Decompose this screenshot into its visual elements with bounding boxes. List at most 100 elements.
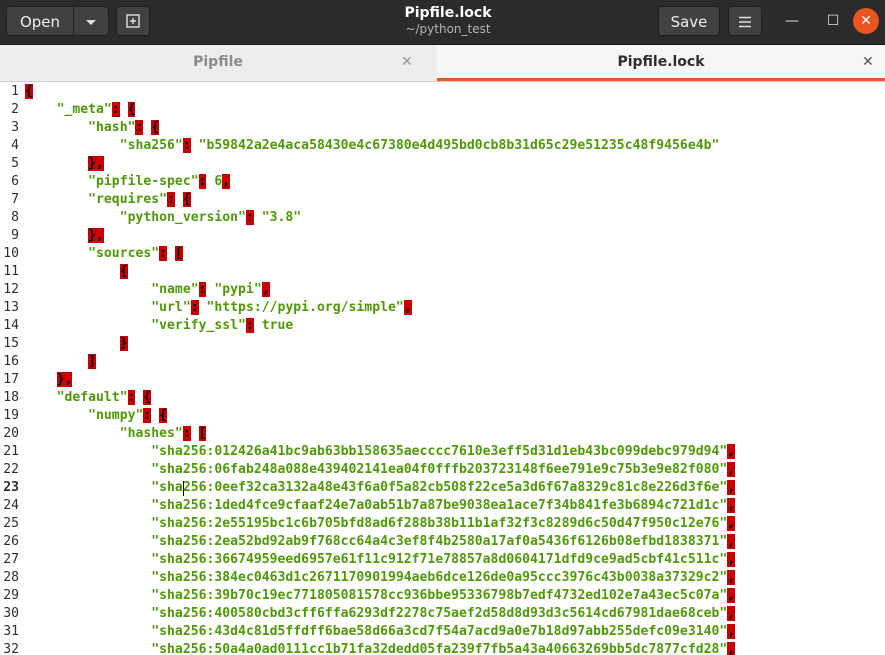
line-text: { [119,264,128,279]
line-text: } [119,336,128,351]
line-text: "sha256:43d4c81d5ffdff6bae58d66a3cd7f54a… [151,624,736,639]
line-text: "sha256:1ded4fce9cfaaf24e7a0ab51b7a87be9… [151,498,736,513]
line-text: }, [56,372,73,387]
line-number: 9 [11,228,19,243]
new-tab-button[interactable] [116,6,150,36]
code-line: 8 "python_version": "3.8" [0,209,885,227]
code-line: 1{ [0,83,885,101]
line-text: "sha256:0eef32ca3132a48e43f6a0f5a82cb508… [151,480,736,495]
tab-pipfile[interactable]: Pipfile ✕ [0,45,436,81]
line-number: 1 [11,84,19,99]
code-line: 29 "sha256:39b70c19ec771805081578cc936bb… [0,587,885,605]
tab-close-icon[interactable]: ✕ [401,54,413,70]
code-line: 19 "numpy": { [0,407,885,425]
code-line: 17 }, [0,371,885,389]
code-line: 9 }, [0,227,885,245]
line-text: }, [88,156,104,171]
code-line: 3 "hash": { [0,119,885,137]
line-number: 10 [3,246,19,261]
window-title: Pipfile.lock ~/python_test [300,5,596,37]
main-menu-button[interactable] [728,6,762,36]
line-number: 19 [3,408,19,423]
code-line: 13 "url": "https://pypi.org/simple", [0,299,885,317]
line-number: 18 [3,390,19,405]
line-text: ] [88,354,97,369]
line-number: 17 [3,372,19,387]
line-number: 30 [3,606,19,621]
document-path: ~/python_test [405,22,491,36]
line-text: "sha256": "b59842a2e4aca58430e4c67380e4d… [119,138,720,153]
line-text: "pipfile-spec": 6, [88,174,231,189]
line-number: 16 [3,354,19,369]
line-text: "sha256:06fab248a088e439402141ea04f0fffb… [151,462,736,477]
line-text: "_meta": { [56,102,136,117]
code-line: 12 "name": "pypi", [0,281,885,299]
code-line: 24 "sha256:1ded4fce9cfaaf24e7a0ab51b7a87… [0,497,885,515]
tab-pipfile-lock[interactable]: Pipfile.lock ✕ [437,45,885,81]
code-line: 6 "pipfile-spec": 6, [0,173,885,191]
line-text: "sha256:39b70c19ec771805081578cc936bbe95… [151,588,736,603]
line-text: "sha256:384ec0463d1c2671170901994aeb6dce… [151,570,736,585]
line-number: 21 [3,444,19,459]
line-text: "sha256:50a4a0ad0111cc1b71fa32dedd05fa23… [151,642,736,655]
code-line: 14 "verify_ssl": true [0,317,885,335]
line-text: "python_version": "3.8" [119,210,302,225]
code-line: 30 "sha256:400580cbd3cff6ffa6293df2278c7… [0,605,885,623]
line-text: "hash": { [88,120,160,135]
line-number: 5 [11,156,19,171]
line-number: 3 [11,120,19,135]
save-button[interactable]: Save [658,6,720,36]
code-line: 32 "sha256:50a4a0ad0111cc1b71fa32dedd05f… [0,641,885,655]
line-text: "requires": { [88,192,191,207]
line-number: 31 [3,624,19,639]
code-line: 20 "hashes": [ [0,425,885,443]
line-number: 6 [11,174,19,189]
line-number: 29 [3,588,19,603]
code-line: 10 "sources": [ [0,245,885,263]
code-line: 23 "sha256:0eef32ca3132a48e43f6a0f5a82cb… [0,479,885,497]
minimize-button[interactable]: — [779,8,805,34]
caret-down-icon [86,20,96,25]
line-number: 22 [3,462,19,477]
open-button[interactable]: Open [6,6,74,36]
code-line: 5 }, [0,155,885,173]
code-line: 4 "sha256": "b59842a2e4aca58430e4c67380e… [0,137,885,155]
maximize-button[interactable]: ☐ [820,8,846,34]
text-editor[interactable]: 1{2 "_meta": {3 "hash": {4 "sha256": "b5… [0,82,885,655]
line-number: 20 [3,426,19,441]
code-line: 16 ] [0,353,885,371]
open-menu-button[interactable] [73,6,109,36]
code-line: 21 "sha256:012426a41bc9ab63bb158635aeccc… [0,443,885,461]
tab-label: Pipfile.lock [617,54,705,70]
code-line: 26 "sha256:2ea52bd92ab9f768cc64a4c3ef8f4… [0,533,885,551]
tab-bar: Pipfile ✕ Pipfile.lock ✕ [0,45,885,82]
code-line: 25 "sha256:2e55195bc1c6b705bfd8ad6f288b3… [0,515,885,533]
code-line: 2 "_meta": { [0,101,885,119]
line-text: "name": "pypi", [151,282,270,297]
line-number: 15 [3,336,19,351]
line-number: 25 [3,516,19,531]
hamburger-menu-icon [739,16,751,28]
text-cursor [183,481,185,496]
header-bar: Open Pipfile.lock ~/python_test Save — ☐… [0,0,885,45]
code-line: 28 "sha256:384ec0463d1c2671170901994aeb6… [0,569,885,587]
tab-close-icon[interactable]: ✕ [862,54,874,70]
line-text: "numpy": { [88,408,168,423]
line-text: "default": { [56,390,152,405]
line-text: "sha256:2ea52bd92ab9f768cc64a4c3ef8f4b25… [151,534,736,549]
line-text: "sha256:012426a41bc9ab63bb158635aecccc76… [151,444,736,459]
line-text: { [25,84,33,99]
code-line: 18 "default": { [0,389,885,407]
close-window-button[interactable]: ✕ [853,8,879,34]
document-title: Pipfile.lock [404,5,492,21]
line-number: 24 [3,498,19,513]
line-number: 8 [11,210,19,225]
tab-label: Pipfile [193,54,243,70]
line-number: 27 [3,552,19,567]
line-text: "sha256:2e55195bc1c6b705bfd8ad6f288b38b1… [151,516,736,531]
line-text: }, [88,228,104,243]
line-number: 7 [11,192,19,207]
code-line: 7 "requires": { [0,191,885,209]
line-number: 26 [3,534,19,549]
code-line: 22 "sha256:06fab248a088e439402141ea04f0f… [0,461,885,479]
